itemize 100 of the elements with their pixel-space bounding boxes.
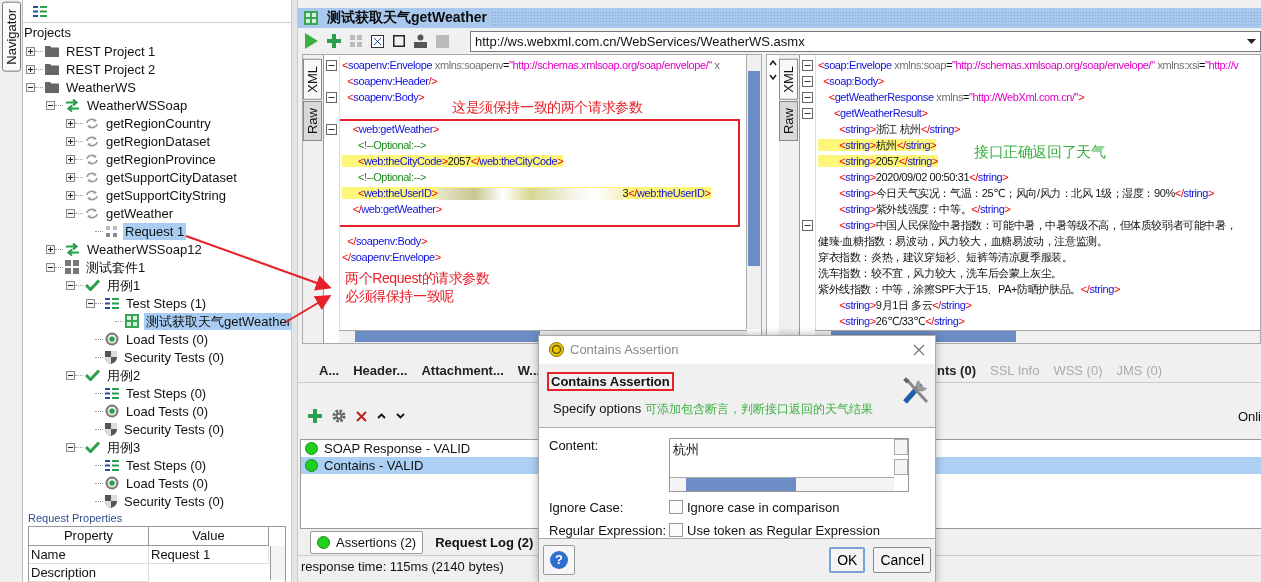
code-line: </soapenv:Envelope> <box>342 251 441 263</box>
plus-icon[interactable] <box>308 409 322 423</box>
expand-toggle-icon[interactable] <box>46 244 55 254</box>
navigator-tab[interactable]: Navigator <box>1 2 21 72</box>
url-field[interactable]: http://ws.webxml.com.cn/WebServices/WeatherWS.asmx <box>470 30 1261 52</box>
tab[interactable]: W... <box>517 362 541 378</box>
tree-item[interactable]: Test Steps (1) <box>124 294 209 312</box>
folder-icon <box>45 45 59 57</box>
tree-item[interactable]: Security Tests (0) <box>122 492 227 510</box>
expand-toggle-icon[interactable] <box>26 46 35 56</box>
tree-item[interactable]: getSupportCityString <box>104 186 228 204</box>
editor-title: 测试获取天气getWeather <box>327 9 487 27</box>
tree-item[interactable]: WeatherWSSoap12 <box>85 240 204 258</box>
plus-icon[interactable] <box>327 34 341 48</box>
expand-toggle-icon[interactable] <box>66 172 75 182</box>
fold-icon[interactable] <box>326 59 337 71</box>
tree-item[interactable]: getWeather <box>104 204 175 222</box>
tree-item[interactable]: Security Tests (0) <box>122 348 227 366</box>
collapse-icon[interactable] <box>769 59 777 81</box>
tree-item[interactable]: 测试获取天气getWeather <box>144 312 293 330</box>
resize-icon[interactable] <box>371 34 384 48</box>
collapse-toggle-icon[interactable] <box>66 280 75 290</box>
expand-toggle-icon[interactable] <box>66 190 75 200</box>
code-line: <soapenv:Header/> <box>346 75 438 87</box>
move-up-icon[interactable] <box>377 413 386 419</box>
user-icon[interactable] <box>414 34 427 48</box>
settings-icon[interactable] <box>332 409 346 423</box>
collapse-toggle-icon[interactable] <box>46 100 55 110</box>
tab[interactable]: A... <box>319 362 340 378</box>
code-line: <getWeatherResult> <box>832 107 928 119</box>
collapse-toggle-icon[interactable] <box>26 82 35 92</box>
tree-item[interactable]: getRegionDataset <box>104 132 213 150</box>
tree-item[interactable]: 用例1 <box>105 276 143 294</box>
collapse-toggle-icon[interactable] <box>66 208 75 218</box>
expand-toggle-icon[interactable] <box>26 64 35 74</box>
help-button[interactable]: ? <box>543 545 575 576</box>
move-down-icon[interactable] <box>396 413 405 419</box>
swap-arrows-icon <box>65 242 80 256</box>
checkbox[interactable] <box>669 523 683 538</box>
refresh-icon <box>85 152 99 166</box>
tree-item[interactable]: Load Tests (0) <box>124 402 211 420</box>
fold-icon[interactable] <box>802 107 813 119</box>
collapse-toggle-icon[interactable] <box>86 298 95 308</box>
tab[interactable]: Request Log (2) <box>429 531 540 553</box>
tools-icon <box>901 375 931 406</box>
tree-item[interactable]: getRegionCountry <box>104 114 213 132</box>
expand-toggle-icon[interactable] <box>66 136 75 146</box>
tree-item[interactable]: Load Tests (0) <box>124 474 211 492</box>
fold-icon[interactable] <box>326 91 337 103</box>
tree-item[interactable]: 测试套件1 <box>84 258 148 276</box>
side-tab[interactable]: Raw <box>779 100 798 141</box>
gauge-icon <box>105 332 119 346</box>
tree-item[interactable]: 用例3 <box>105 438 143 456</box>
content-field[interactable]: 杭州 <box>669 437 909 492</box>
table-cell: Description <box>29 564 149 582</box>
side-tab[interactable]: XML <box>303 59 322 100</box>
collapse-toggle-icon[interactable] <box>46 262 55 272</box>
delete-icon[interactable] <box>356 410 367 422</box>
tab[interactable]: Attachment... <box>421 362 504 378</box>
collapse-toggle-icon[interactable] <box>66 370 75 380</box>
fold-icon[interactable] <box>802 59 813 71</box>
list-view-icon[interactable] <box>33 5 47 17</box>
scrollbar[interactable] <box>746 55 761 329</box>
checkbox[interactable] <box>669 500 683 515</box>
checkbox-label: Use token as Regular Expression <box>687 522 880 538</box>
tree-item[interactable]: getRegionProvince <box>104 150 218 168</box>
tab[interactable]: Header... <box>353 362 408 378</box>
collapse-toggle-icon[interactable] <box>66 442 75 452</box>
fold-icon[interactable] <box>326 123 337 135</box>
fold-icon[interactable] <box>802 91 813 103</box>
cancel-button[interactable]: Cancel <box>873 547 931 574</box>
refresh-icon <box>85 188 99 202</box>
tree-item[interactable]: 用例2 <box>105 366 143 384</box>
tree-item[interactable]: getSupportCityDataset <box>104 168 239 186</box>
tree-item[interactable]: Security Tests (0) <box>122 420 227 438</box>
tree-item[interactable]: WeatherWS <box>64 78 138 96</box>
stop-icon[interactable] <box>393 35 405 47</box>
tree-item[interactable]: Load Tests (0) <box>124 330 211 348</box>
tree-item[interactable]: Request 1 <box>123 222 187 240</box>
ok-button[interactable]: OK <box>829 547 866 574</box>
dropdown-caret-icon[interactable] <box>1247 38 1256 44</box>
tree-item[interactable]: Test Steps (0) <box>124 456 209 474</box>
tab[interactable]: nts (0) <box>937 362 976 378</box>
field-label: Ignore Case: <box>549 499 625 515</box>
field-label: Content: <box>549 437 600 455</box>
tree-item[interactable]: REST Project 1 <box>64 42 158 60</box>
fold-icon[interactable] <box>802 219 813 231</box>
tree-item[interactable]: WeatherWSSoap <box>85 96 190 114</box>
scrollbar[interactable] <box>270 546 285 580</box>
tree-item[interactable]: REST Project 2 <box>64 60 158 78</box>
expand-toggle-icon[interactable] <box>66 118 75 128</box>
tab[interactable]: Assertions (2) <box>310 530 424 554</box>
close-icon[interactable] <box>913 343 925 356</box>
code-line: 紫外线指数：中等，涂擦SPF大于15、PA+防晒护肤品。</string> <box>818 283 1120 295</box>
fold-icon[interactable] <box>802 75 813 87</box>
side-tab[interactable]: Raw <box>303 100 322 141</box>
tree-item[interactable]: Test Steps (0) <box>124 384 209 402</box>
expand-toggle-icon[interactable] <box>66 154 75 164</box>
assertion-row[interactable]: SOAP Response - VALID <box>301 440 475 457</box>
side-tab[interactable]: XML <box>779 59 798 100</box>
